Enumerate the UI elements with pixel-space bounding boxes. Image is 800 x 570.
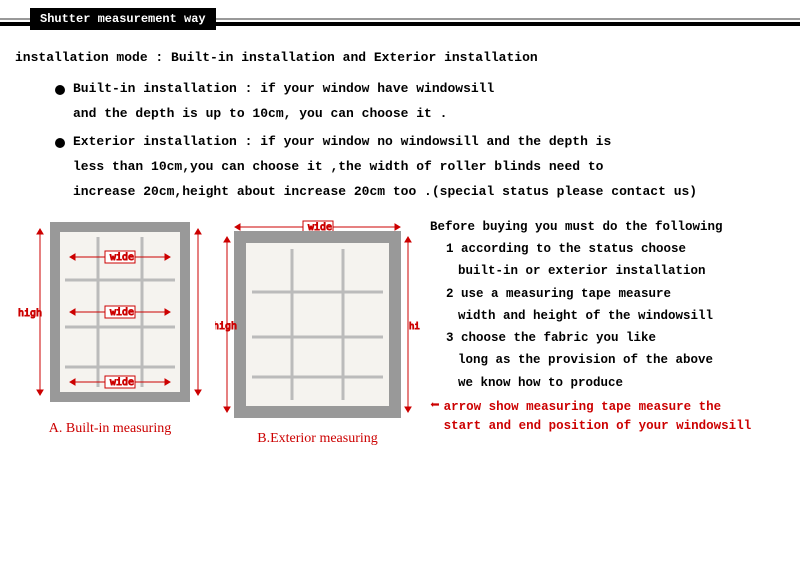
caption-a: A. Built-in measuring — [49, 421, 172, 437]
lower-row: wide wide wide high A. Built-in measurin… — [0, 217, 800, 447]
step1a: 1 according to the status choose — [430, 239, 785, 260]
diagram-a: wide wide wide high A. Built-in measurin… — [15, 217, 205, 447]
steps-lead: Before buying you must do the following — [430, 217, 785, 238]
exterior-line3: increase 20cm,height about increase 20cm… — [73, 182, 785, 203]
svg-text:high: high — [409, 322, 420, 332]
svg-text:wide: wide — [110, 377, 134, 388]
step2a: 2 use a measuring tape measure — [430, 284, 785, 305]
step3a: 3 choose the fabric you like — [430, 328, 785, 349]
step3c: we know how to produce — [430, 373, 785, 394]
svg-text:wide: wide — [110, 252, 134, 263]
window-b-svg: wide high high — [215, 217, 420, 427]
bullet-icon — [55, 138, 65, 148]
builtin-line1: Built-in installation : if your window h… — [73, 79, 785, 100]
svg-text:high: high — [18, 308, 42, 319]
bullet-item-builtin: Built-in installation : if your window h… — [55, 79, 785, 129]
arrow-note-line1: arrow show measuring tape measure the — [444, 398, 752, 417]
step1b: built-in or exterior installation — [430, 261, 785, 282]
header-badge: Shutter measurement way — [30, 8, 216, 30]
arrow-note-line2: start and end position of your windowsil… — [444, 417, 752, 436]
step2b: width and height of the windowsill — [430, 306, 785, 327]
step3b: long as the provision of the above — [430, 350, 785, 371]
exterior-line1: Exterior installation : if your window n… — [73, 132, 785, 153]
left-arrow-icon: ⬅ — [430, 398, 440, 414]
diagram-b: wide high high B.Exterior measuring — [215, 217, 420, 447]
svg-text:high: high — [215, 321, 237, 332]
steps-block: Before buying you must do the following … — [430, 217, 785, 447]
caption-b: B.Exterior measuring — [257, 431, 378, 447]
content-area: installation mode : Built-in installatio… — [0, 28, 800, 207]
window-a-svg: wide wide wide high — [15, 217, 205, 417]
arrow-note: ⬅ arrow show measuring tape measure the … — [430, 398, 785, 436]
intro-line: installation mode : Built-in installatio… — [15, 48, 785, 69]
header-band: Shutter measurement way — [0, 0, 800, 28]
builtin-line2: and the depth is up to 10cm, you can cho… — [73, 104, 785, 125]
bullet-item-exterior: Exterior installation : if your window n… — [55, 132, 785, 206]
svg-text:wide: wide — [110, 307, 134, 318]
bullet-icon — [55, 85, 65, 95]
exterior-line2: less than 10cm,you can choose it ,the wi… — [73, 157, 785, 178]
